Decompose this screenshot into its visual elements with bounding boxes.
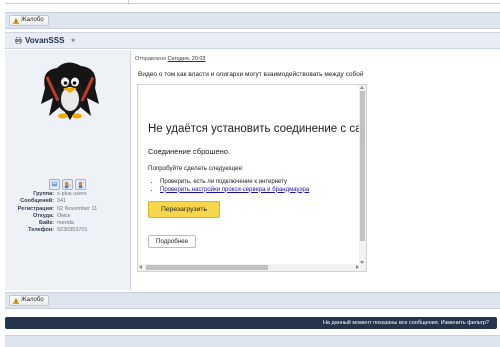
vertical-scrollbar[interactable]	[359, 85, 366, 265]
info-key: Телефон:	[28, 227, 54, 234]
post-meta: Отправлено Сегодня, 20:03	[135, 56, 206, 62]
warning-icon	[13, 297, 19, 304]
error-title: Не удаётся установить соединение с са	[148, 123, 362, 135]
report-button[interactable]: Жалобо	[9, 15, 49, 26]
user-info-column: Группа: x-plus users Сообщений: 341 Регист…	[5, 50, 131, 290]
suggestion-item: Проверить, есть ли подключение к интерне…	[160, 179, 309, 187]
error-suggestions-label: Попробуйте сделать следующее:	[148, 165, 244, 172]
suggestion-item: Проверить настройки прокси-сервера и бра…	[160, 187, 309, 195]
report-label: Жалобо	[21, 17, 44, 23]
private-message-icon[interactable]	[62, 179, 73, 190]
scroll-up-icon[interactable]	[360, 86, 364, 89]
scroll-left-icon[interactable]	[139, 265, 142, 269]
post-date-link[interactable]: Сегодня, 20:03	[168, 56, 206, 62]
horizontal-scrollbar[interactable]	[138, 264, 366, 271]
printer-icon[interactable]	[15, 37, 22, 44]
post-meta-prefix: Отправлено	[135, 56, 167, 62]
info-value: Омск	[57, 212, 71, 219]
report-button-bottom[interactable]: Жалобо	[9, 295, 49, 306]
scroll-right-icon[interactable]	[356, 265, 359, 269]
error-suggestions: Проверить, есть ли подключение к интерне…	[160, 179, 309, 194]
warning-icon	[13, 17, 19, 24]
info-value: 02 November 11	[57, 205, 98, 212]
user-details: Группа: x-plus users Сообщений: 341 Регист…	[5, 191, 131, 235]
top-strip	[0, 0, 500, 5]
user-status-icon: ✱	[71, 38, 76, 44]
error-subtitle: Соединение сброшено.	[148, 147, 231, 156]
embed-error-page: Не удаётся установить соединение с са Со…	[138, 85, 362, 263]
proxy-settings-link[interactable]: Проверить настройки прокси-сервера и бра…	[160, 187, 309, 193]
post-message: Видео о том как власти и олигархи могут …	[138, 71, 364, 78]
email-icon[interactable]	[75, 179, 86, 190]
filter-notice-bar: На данный момент показаны все сообщения.…	[5, 317, 497, 329]
reload-button[interactable]: Перезагрузить	[148, 201, 220, 218]
embedded-video-frame[interactable]: Не удаётся установить соединение с са Со…	[137, 84, 367, 272]
filter-notice-text[interactable]: На данный момент показаны все сообщения.…	[323, 320, 489, 326]
info-key: Сообщений:	[20, 198, 54, 205]
user-actions	[49, 179, 86, 190]
footer-bar	[5, 335, 500, 347]
info-value: 341	[57, 198, 67, 205]
username[interactable]: VovanSSS	[25, 36, 64, 45]
scroll-thumb-horizontal[interactable]	[146, 265, 268, 270]
top-toolbar	[5, 12, 500, 29]
profile-icon[interactable]	[49, 179, 60, 190]
info-value: x-plus users	[57, 191, 87, 197]
report-label: Жалобо	[21, 297, 44, 303]
details-button[interactable]: Подробнее	[148, 235, 196, 248]
post-header: VovanSSS ✱	[5, 32, 500, 49]
post-footer-toolbar	[5, 292, 500, 309]
scroll-thumb[interactable]	[360, 91, 365, 241]
avatar[interactable]	[37, 58, 103, 123]
info-value: merida	[57, 220, 74, 227]
info-value: 9230353701	[57, 227, 88, 234]
info-key: Регистрация:	[17, 205, 54, 212]
